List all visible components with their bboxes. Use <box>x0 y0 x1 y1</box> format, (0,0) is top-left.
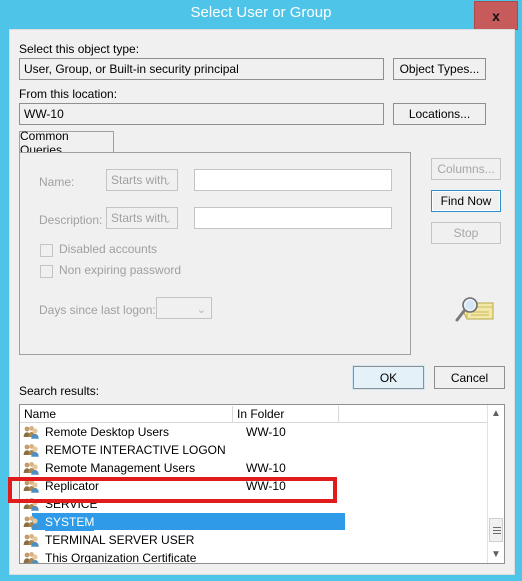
description-label: Description: <box>39 213 103 227</box>
tab-common-queries[interactable]: Common Queries <box>19 129 114 157</box>
title-bar: Select User or Group x <box>0 0 522 30</box>
user-group-icon <box>23 462 39 475</box>
object-type-label: Select this object type: <box>19 42 140 56</box>
location-label: From this location: <box>19 87 118 101</box>
row-name: Remote Management Users <box>45 461 196 475</box>
description-operator-select[interactable]: Starts with ⌄ <box>106 207 178 229</box>
row-name: REMOTE INTERACTIVE LOGON <box>45 443 226 457</box>
user-group-icon <box>23 444 39 457</box>
user-group-icon <box>23 480 39 493</box>
days-since-logon-label: Days since last logon: <box>39 303 156 317</box>
column-header-in-folder[interactable]: In Folder <box>233 406 339 423</box>
user-group-icon <box>23 516 39 529</box>
days-since-logon-select[interactable]: ⌄ <box>156 297 212 319</box>
list-rows: Remote Desktop Users WW-10 REMOTE INTERAC… <box>20 423 489 564</box>
row-name: Remote Desktop Users <box>45 425 170 439</box>
scrollbar-grip-icon <box>493 527 501 534</box>
table-row[interactable]: Replicator WW-10 <box>20 477 489 495</box>
table-row[interactable]: Remote Management Users WW-10 <box>20 459 489 477</box>
row-name: SYSTEM <box>45 513 95 531</box>
list-header: Name In Folder <box>20 405 504 423</box>
dialog-body: Select this object type: User, Group, or… <box>9 29 515 575</box>
location-field[interactable]: WW-10 <box>19 103 384 125</box>
row-in-folder: WW-10 <box>246 461 286 475</box>
column-header-spacer <box>339 406 489 423</box>
row-name: Replicator <box>45 479 100 493</box>
select-user-or-group-dialog: Select User or Group x Select this objec… <box>0 0 522 581</box>
magnifier-folder-icon <box>453 293 495 327</box>
chevron-down-icon: ⌄ <box>196 304 206 316</box>
column-header-name[interactable]: Name <box>20 406 233 423</box>
ok-button[interactable]: OK <box>353 366 424 389</box>
table-row-selected[interactable]: SYSTEM <box>20 513 489 531</box>
non-expiring-password-checkbox[interactable] <box>40 265 53 278</box>
name-operator-value: Starts with <box>111 173 168 187</box>
find-now-button[interactable]: Find Now <box>431 190 501 212</box>
vertical-scrollbar[interactable]: ▲ ▼ <box>487 405 504 563</box>
row-in-folder: WW-10 <box>246 479 286 493</box>
disabled-accounts-checkbox[interactable] <box>40 244 53 257</box>
row-name: SERVICE <box>45 497 98 511</box>
name-operator-select[interactable]: Starts with ⌄ <box>106 169 178 191</box>
non-expiring-password-label: Non expiring password <box>59 263 182 277</box>
row-name: This Organization Certificate <box>45 551 197 564</box>
object-types-button[interactable]: Object Types... <box>393 58 486 80</box>
user-group-icon <box>23 552 39 563</box>
row-in-folder: WW-10 <box>246 425 286 439</box>
table-row[interactable]: TERMINAL SERVER USER <box>20 531 489 549</box>
table-row[interactable]: This Organization Certificate <box>20 549 489 564</box>
close-button[interactable]: x <box>474 1 518 30</box>
object-type-field[interactable]: User, Group, or Built-in security princi… <box>19 58 384 80</box>
name-input[interactable] <box>194 169 392 191</box>
name-label: Name: <box>39 175 75 189</box>
description-operator-value: Starts with <box>111 211 168 225</box>
description-input[interactable] <box>194 207 392 229</box>
common-queries-panel: Name: Starts with ⌄ Description: Starts … <box>19 152 411 355</box>
cancel-button[interactable]: Cancel <box>434 366 505 389</box>
search-results-list[interactable]: Name In Folder Remote Desktop Users WW-10… <box>19 404 505 564</box>
table-row[interactable]: SERVICE <box>20 495 489 513</box>
search-results-label: Search results: <box>19 384 100 398</box>
chevron-down-icon: ⌄ <box>162 176 172 188</box>
user-group-icon <box>23 426 39 439</box>
scroll-up-arrow[interactable]: ▲ <box>488 405 504 422</box>
stop-button[interactable]: Stop <box>431 222 501 244</box>
scroll-down-arrow[interactable]: ▼ <box>488 546 504 563</box>
scrollbar-thumb[interactable] <box>489 518 503 542</box>
row-name: TERMINAL SERVER USER <box>45 533 195 547</box>
window-title: Select User or Group <box>190 4 332 21</box>
user-group-icon <box>23 534 39 547</box>
columns-button[interactable]: Columns... <box>431 158 501 180</box>
disabled-accounts-label: Disabled accounts <box>59 242 158 256</box>
locations-button[interactable]: Locations... <box>393 103 486 125</box>
chevron-down-icon: ⌄ <box>162 214 172 226</box>
table-row[interactable]: REMOTE INTERACTIVE LOGON <box>20 441 489 459</box>
user-group-icon <box>23 498 39 511</box>
table-row[interactable]: Remote Desktop Users WW-10 <box>20 423 489 441</box>
